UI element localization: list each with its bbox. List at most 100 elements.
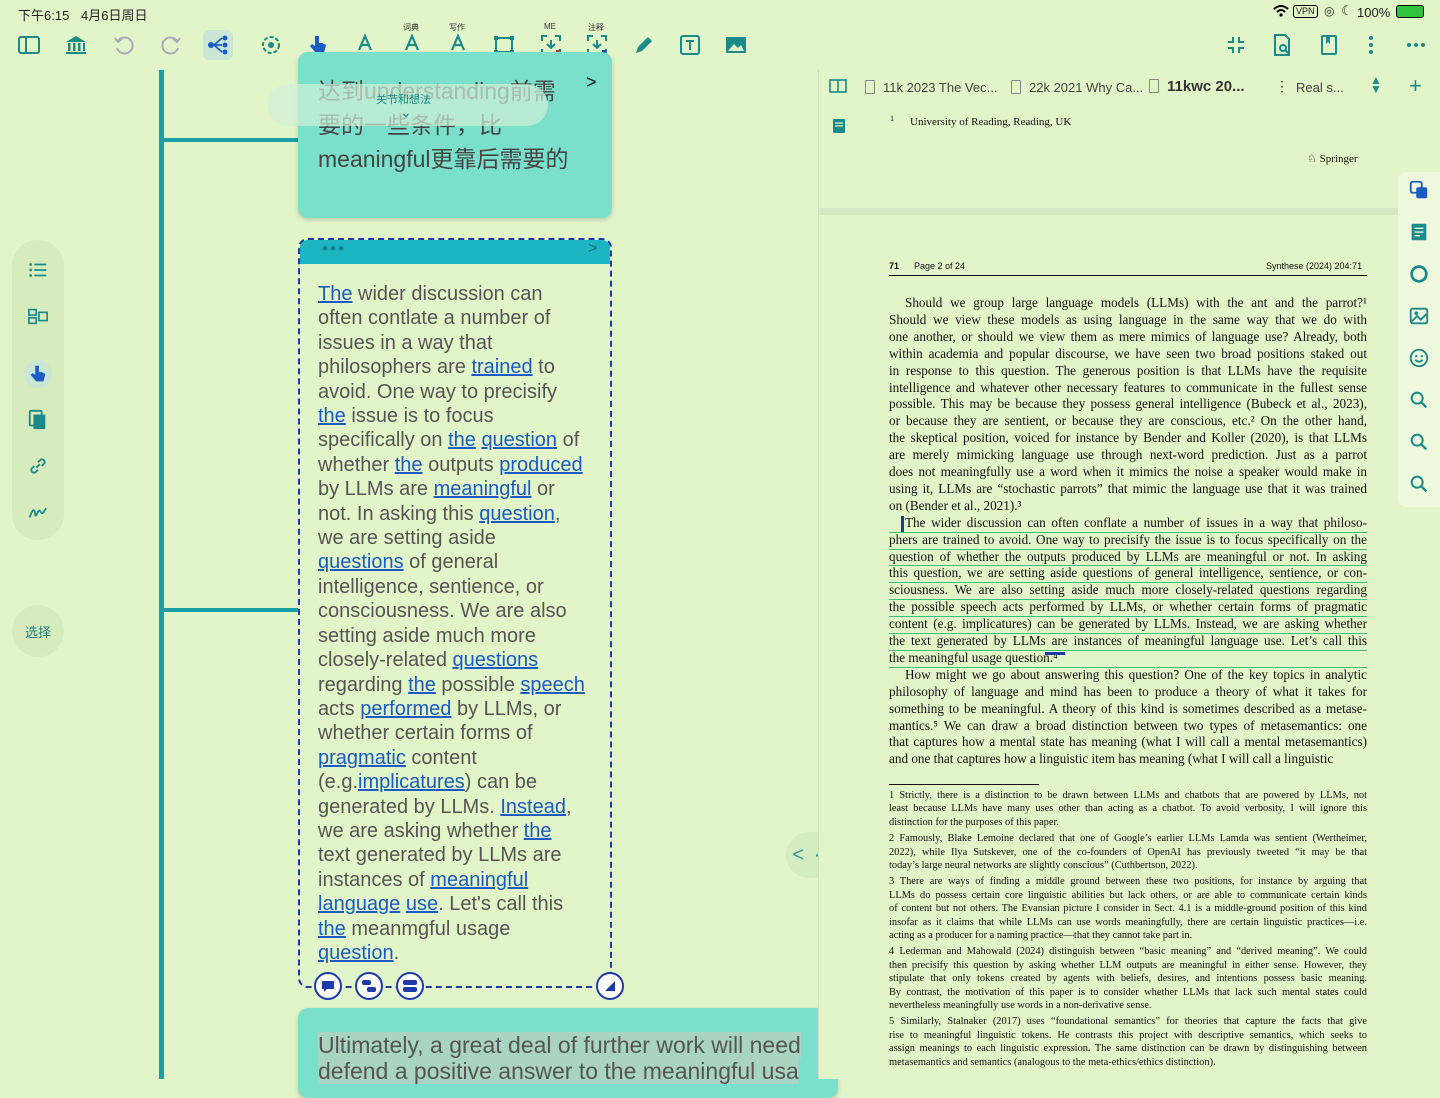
selected-mindmap-card[interactable]: ●●● > The wider discussion can often cont… <box>298 238 612 988</box>
redo-icon[interactable] <box>156 30 186 60</box>
linked-word[interactable]: the <box>524 820 552 842</box>
search-icon[interactable] <box>1407 430 1431 454</box>
pdf-page-view[interactable]: 1 University of Reading, Reading, UK ♘ S… <box>819 108 1399 1079</box>
body-text-line[interactable]: on (Bender et al., 2021).³ <box>889 498 1367 515</box>
linked-word[interactable]: the <box>448 429 476 451</box>
linked-word[interactable]: the <box>318 918 346 940</box>
body-text-line[interactable]: one another, or should we view them as m… <box>889 329 1367 346</box>
sibling-node-icon[interactable] <box>396 972 424 1000</box>
layout-icon[interactable] <box>24 302 52 330</box>
search-doc-icon[interactable] <box>1267 30 1297 60</box>
child-node-icon[interactable] <box>355 972 383 1000</box>
undo-icon[interactable] <box>109 30 139 60</box>
freehand-icon[interactable] <box>24 498 52 526</box>
sidebar-toggle-icon[interactable] <box>14 30 44 60</box>
linked-word[interactable]: the <box>395 454 423 476</box>
chevron-right-icon[interactable]: > <box>586 72 597 93</box>
link-icon[interactable] <box>24 452 52 480</box>
bookmark-note-icon[interactable] <box>832 118 846 139</box>
linked-word[interactable]: question <box>318 942 394 964</box>
mindmap-card[interactable]: Ultimately, a great deal of further work… <box>298 1008 838 1098</box>
selection-start-handle[interactable] <box>901 516 904 532</box>
tab-doc-2[interactable]: 22k 2021 Why Ca... <box>1011 80 1149 95</box>
more-horizontal-icon[interactable] <box>1401 30 1431 60</box>
split-view-icon[interactable] <box>829 79 847 98</box>
selected-text-line[interactable]: the meaningful usage question.⁴ <box>889 650 1367 668</box>
body-text-line[interactable]: using it, LLMs are “stochastic parrots” … <box>889 481 1367 498</box>
body-text-line[interactable]: possible. This may be because they posse… <box>889 396 1367 413</box>
selected-text-line[interactable]: this question, we are setting aside ques… <box>889 565 1367 584</box>
body-text-line[interactable]: in response to this question. The genero… <box>889 363 1367 380</box>
body-text-line[interactable]: something to be meaningful. A theory of … <box>889 701 1367 718</box>
select-button[interactable]: 选择 <box>12 605 64 657</box>
add-tab-icon[interactable]: + <box>1409 73 1422 99</box>
selected-text-line[interactable]: the text generated by LLMs are instances… <box>889 633 1367 651</box>
search-icon[interactable] <box>1407 472 1431 496</box>
linked-word[interactable]: Instead <box>500 796 566 818</box>
outline-icon[interactable] <box>24 256 52 284</box>
dictionary-icon[interactable] <box>1407 220 1431 244</box>
body-text-line[interactable]: or because they are sentient, or because… <box>889 413 1367 430</box>
body-text-line[interactable]: Should we group large language models (L… <box>889 295 1367 312</box>
body-text-line[interactable]: Should we view these models as using lan… <box>889 312 1367 329</box>
linked-word[interactable]: meaningful <box>430 869 528 891</box>
collapse-icon[interactable] <box>1221 30 1251 60</box>
body-text-line[interactable]: within academia and popular discourse, w… <box>889 346 1367 363</box>
resize-handle-icon[interactable] <box>596 972 624 1000</box>
body-text-line[interactable]: intelligence and whatever other necessar… <box>889 380 1367 397</box>
body-text-line[interactable]: does not meaningfully use a word when it… <box>889 464 1367 481</box>
translate-icon[interactable] <box>1407 178 1431 202</box>
linked-word[interactable]: The <box>318 283 352 305</box>
refocus-icon[interactable] <box>256 30 286 60</box>
linked-word[interactable]: the <box>408 674 436 696</box>
mindmap-card[interactable]: 达到understanding前需 要的一些条件，比 meaningful更靠后… <box>298 52 612 218</box>
body-text-line[interactable]: the skeptical position, voiced for insta… <box>889 430 1367 447</box>
picture-icon[interactable] <box>1407 304 1431 328</box>
library-icon[interactable] <box>61 30 91 60</box>
body-text-line[interactable]: philosophy of language and mind has been… <box>889 684 1367 701</box>
mindmap-icon[interactable] <box>203 30 233 60</box>
linked-word[interactable]: question <box>481 429 557 451</box>
body-text-line[interactable]: and one that captures how a linguistic i… <box>889 751 1367 768</box>
body-text-line[interactable]: that captures how a mental state has mea… <box>889 734 1367 751</box>
linked-word[interactable]: performed <box>360 698 451 720</box>
hand-icon[interactable] <box>24 360 52 388</box>
body-text-line[interactable]: are merely mimicking language use throug… <box>889 447 1367 464</box>
tab-doc-3-active[interactable]: 11kwc 20... <box>1149 78 1275 95</box>
sort-tabs-icon[interactable]: ▲ ▼ <box>1370 74 1382 95</box>
drag-handle-icon[interactable]: ●●● <box>322 243 346 254</box>
tab-menu-icon[interactable]: ⋮ <box>1275 78 1289 95</box>
selection-end-handle[interactable] <box>1045 652 1065 655</box>
more-vertical-icon[interactable] <box>1356 30 1386 60</box>
copy-icon[interactable] <box>24 406 52 434</box>
linked-word[interactable]: meaningful <box>434 478 532 500</box>
tab-doc-4[interactable]: Real s... <box>1296 80 1352 95</box>
linked-word[interactable]: trained <box>471 356 532 378</box>
selected-text-line[interactable]: content (e.g. implicatures) can be gener… <box>889 616 1367 634</box>
linked-word[interactable]: produced <box>499 454 582 476</box>
selected-text-line[interactable]: question of whether the outputs produced… <box>889 549 1367 567</box>
linked-word[interactable]: use <box>406 893 438 915</box>
textbox-icon[interactable] <box>675 30 705 60</box>
pen-icon[interactable] <box>629 30 659 60</box>
linked-word[interactable]: speech <box>520 674 585 696</box>
linked-word[interactable]: implicatures <box>358 771 465 793</box>
selected-text-line[interactable]: the possible speech acts performed by LL… <box>889 599 1367 618</box>
body-text-line[interactable]: How might we go about answering this que… <box>889 667 1367 684</box>
book-icon[interactable] <box>1314 30 1344 60</box>
card-header[interactable]: ●●● > <box>300 240 610 264</box>
circle-icon[interactable] <box>1407 262 1431 286</box>
emoji-icon[interactable] <box>1407 346 1431 370</box>
linked-word[interactable]: the <box>318 405 346 427</box>
search-icon[interactable] <box>1407 388 1431 412</box>
linked-word[interactable]: pragmatic <box>318 747 406 769</box>
linked-word[interactable]: question <box>479 503 555 525</box>
body-text-line[interactable]: mantics.⁵ We can draw a broad distinctio… <box>889 718 1367 735</box>
selected-text-line[interactable]: sciousness. We are also setting aside mu… <box>889 582 1367 601</box>
linked-word[interactable]: questions <box>318 551 404 573</box>
selected-text-line[interactable]: The wider discussion can often conflate … <box>889 515 1367 533</box>
linked-word[interactable]: questions <box>453 649 539 671</box>
selected-text-line[interactable]: phers are trained to avoid. One way to p… <box>889 532 1367 550</box>
image-icon[interactable] <box>721 30 751 60</box>
linked-word[interactable]: language <box>318 893 400 915</box>
